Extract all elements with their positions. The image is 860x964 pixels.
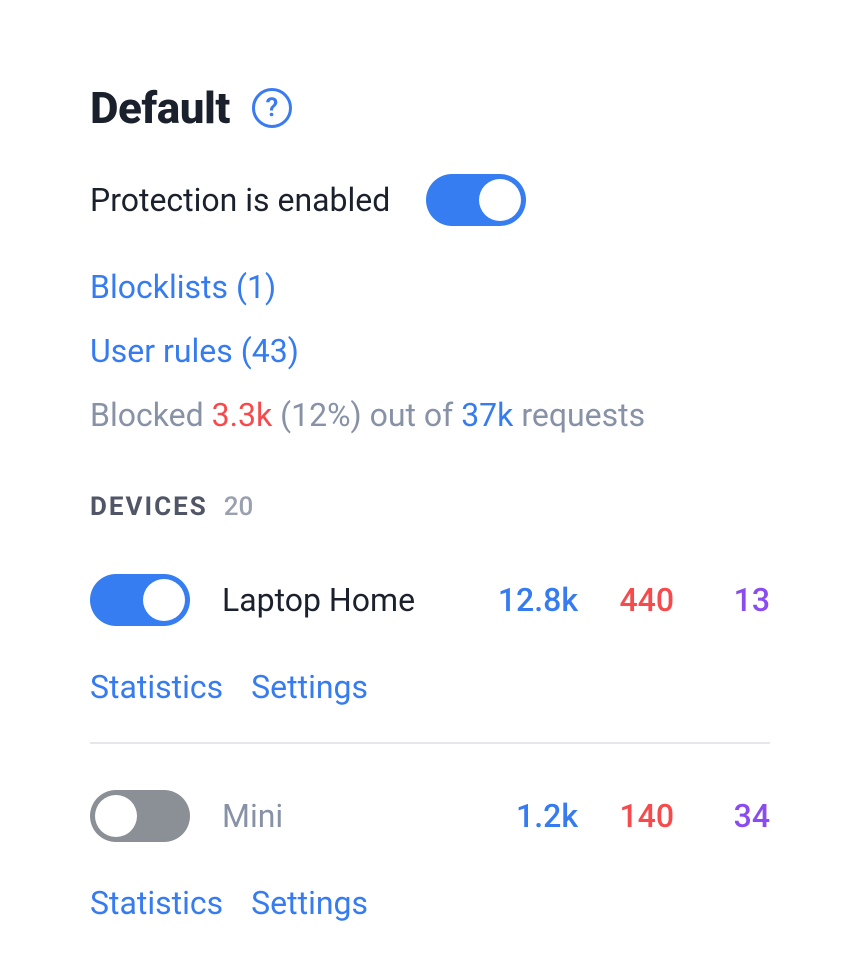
device-toggle[interactable] [90, 574, 190, 626]
device-statistics-link[interactable]: Statistics [90, 668, 223, 706]
device-row: Laptop Home 12.8k 440 13 Statistics Sett… [90, 574, 770, 742]
toggle-knob [143, 579, 185, 621]
device-name: Laptop Home [222, 581, 498, 619]
blocked-summary: Blocked 3.3k (12%) out of 37k requests [90, 396, 770, 434]
device-stat-requests: 12.8k [498, 581, 578, 619]
blocked-percent: (12%) out of [272, 396, 461, 434]
device-settings-link[interactable]: Settings [251, 884, 368, 922]
protection-toggle[interactable] [426, 174, 526, 226]
user-rules-label: User rules [90, 332, 233, 370]
device-statistics-link[interactable]: Statistics [90, 884, 223, 922]
blocked-suffix: requests [513, 396, 645, 434]
device-stat-other: 34 [710, 797, 770, 835]
toggle-knob [479, 179, 521, 221]
devices-label: DEVICES [90, 492, 208, 522]
help-icon[interactable]: ? [252, 88, 292, 128]
blocked-count: 3.3k [212, 396, 273, 434]
page-title: Default [90, 82, 230, 134]
user-rules-link[interactable]: User rules 43 [90, 332, 770, 370]
blocklists-count: 1 [236, 268, 276, 306]
blocked-prefix: Blocked [90, 396, 212, 434]
blocklists-label: Blocklists [90, 268, 228, 306]
device-stat-blocked: 440 [614, 581, 674, 619]
blocklists-link[interactable]: Blocklists 1 [90, 268, 770, 306]
device-stat-other: 13 [710, 581, 770, 619]
protection-status-text: Protection is enabled [90, 181, 390, 219]
device-toggle[interactable] [90, 790, 190, 842]
device-stat-requests: 1.2k [516, 797, 578, 835]
device-row: Mini 1.2k 140 34 Statistics Settings [90, 742, 770, 958]
device-name: Mini [222, 797, 516, 835]
blocked-total: 37k [461, 396, 513, 434]
device-stat-blocked: 140 [614, 797, 674, 835]
device-settings-link[interactable]: Settings [251, 668, 368, 706]
devices-header: DEVICES 20 [90, 492, 770, 522]
user-rules-count: 43 [241, 332, 299, 370]
devices-count: 20 [224, 492, 254, 522]
toggle-knob [95, 795, 137, 837]
